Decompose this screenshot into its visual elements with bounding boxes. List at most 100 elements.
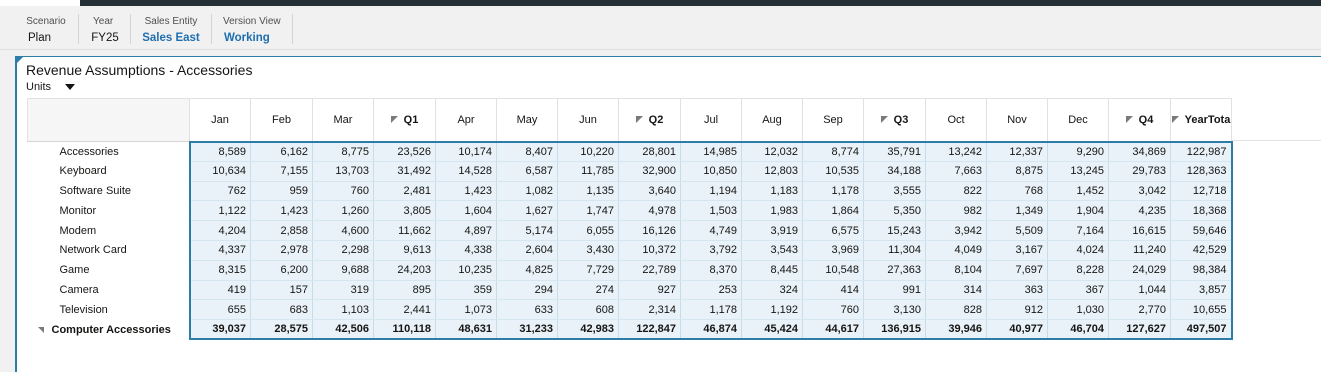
row-header[interactable]: Game [27,260,191,281]
grid-cell[interactable]: 31,233 [496,319,558,341]
grid-cell[interactable]: 4,897 [435,220,497,241]
grid-cell[interactable]: 3,942 [925,220,987,241]
grid-cell[interactable]: 3,555 [863,181,926,202]
grid-cell[interactable]: 42,529 [1170,240,1233,261]
grid-cell[interactable]: 633 [496,299,558,321]
column-header[interactable]: Apr [435,98,497,142]
column-header[interactable]: Jun [557,98,619,142]
grid-cell[interactable]: 4,978 [618,200,681,222]
grid-cell[interactable]: 40,977 [986,319,1048,341]
grid-cell[interactable]: 419 [189,280,251,301]
grid-cell[interactable]: 3,042 [1108,181,1171,202]
grid-cell[interactable]: 44,617 [802,319,864,341]
grid-cell[interactable]: 110,118 [373,319,436,341]
grid-cell[interactable]: 1,030 [1047,299,1109,321]
column-header[interactable]: Jul [680,98,742,142]
grid-cell[interactable]: 1,864 [802,200,864,222]
column-header[interactable]: Q3 [863,98,926,142]
grid-cell[interactable]: 274 [557,280,619,301]
grid-cell[interactable]: 363 [986,280,1048,301]
grid-cell[interactable]: 35,791 [863,140,926,162]
grid-cell[interactable]: 48,631 [435,319,497,341]
grid-cell[interactable]: 3,919 [741,220,803,241]
grid-cell[interactable]: 4,337 [189,240,251,261]
pov-sales-entity-value[interactable]: Sales East [142,32,200,44]
grid-cell[interactable]: 822 [925,181,987,202]
collapse-icon[interactable] [390,116,398,124]
grid-cell[interactable]: 14,528 [435,161,497,182]
grid-cell[interactable]: 4,235 [1108,200,1171,222]
grid-cell[interactable]: 8,315 [189,260,251,281]
grid-cell[interactable]: 608 [557,299,619,321]
grid-cell[interactable]: 18,368 [1170,200,1233,222]
grid-cell[interactable]: 24,029 [1108,260,1171,281]
grid-cell[interactable]: 29,783 [1108,161,1171,182]
grid-cell[interactable]: 314 [925,280,987,301]
grid-cell[interactable]: 9,613 [373,240,436,261]
grid-cell[interactable]: 6,200 [250,260,313,281]
grid-cell[interactable]: 4,338 [435,240,497,261]
grid-cell[interactable]: 12,803 [741,161,803,182]
grid-cell[interactable]: 3,969 [802,240,864,261]
grid-cell[interactable]: 7,663 [925,161,987,182]
row-header[interactable]: Network Card [27,240,191,261]
grid-cell[interactable]: 8,370 [680,260,742,281]
row-header[interactable]: Monitor [27,200,191,221]
grid-cell[interactable]: 7,164 [1047,220,1109,241]
grid-cell[interactable]: 1,073 [435,299,497,321]
grid-cell[interactable]: 359 [435,280,497,301]
grid-cell[interactable]: 8,875 [986,161,1048,182]
grid-cell[interactable]: 8,445 [741,260,803,281]
grid-cell[interactable]: 157 [250,280,313,301]
grid-cell[interactable]: 991 [863,280,926,301]
grid-cell[interactable]: 2,604 [496,240,558,261]
grid-cell[interactable]: 10,235 [435,260,497,281]
column-header[interactable]: Q2 [618,98,681,142]
pov-year-value[interactable]: FY25 [90,32,120,44]
grid-cell[interactable]: 4,049 [925,240,987,261]
grid-cell[interactable]: 1,183 [741,181,803,202]
column-header[interactable]: Oct [925,98,987,142]
grid-cell[interactable]: 136,915 [863,319,926,341]
pov-year[interactable]: Year FY25 [90,6,120,50]
grid-cell[interactable]: 10,850 [680,161,742,182]
grid-cell[interactable]: 1,178 [680,299,742,321]
grid-cell[interactable]: 10,655 [1170,299,1233,321]
grid-cell[interactable]: 3,857 [1170,280,1233,301]
column-header[interactable]: Mar [312,98,374,142]
grid-cell[interactable]: 10,174 [435,140,497,162]
grid-cell[interactable]: 927 [618,280,681,301]
grid-cell[interactable]: 1,452 [1047,181,1109,202]
grid-cell[interactable]: 1,747 [557,200,619,222]
grid-cell[interactable]: 10,535 [802,161,864,182]
grid-cell[interactable]: 23,526 [373,140,436,162]
grid-cell[interactable]: 2,978 [250,240,313,261]
grid-cell[interactable]: 46,704 [1047,319,1109,341]
grid-cell[interactable]: 9,290 [1047,140,1109,162]
grid-cell[interactable]: 10,548 [802,260,864,281]
grid-cell[interactable]: 4,204 [189,220,251,241]
grid-cell[interactable]: 8,228 [1047,260,1109,281]
grid-cell[interactable]: 6,587 [496,161,558,182]
grid-cell[interactable]: 12,337 [986,140,1048,162]
grid-cell[interactable]: 1,349 [986,200,1048,222]
column-header[interactable]: Feb [250,98,313,142]
grid-cell[interactable]: 28,575 [250,319,313,341]
grid-cell[interactable]: 1,423 [250,200,313,222]
grid-cell[interactable]: 7,155 [250,161,313,182]
grid-cell[interactable]: 6,055 [557,220,619,241]
grid-cell[interactable]: 27,363 [863,260,926,281]
column-header[interactable]: Q4 [1108,98,1171,142]
grid-cell[interactable]: 24,203 [373,260,436,281]
grid-cell[interactable]: 4,600 [312,220,374,241]
chevron-down-icon[interactable] [65,84,76,91]
grid-cell[interactable]: 367 [1047,280,1109,301]
grid-cell[interactable]: 683 [250,299,313,321]
units-dropdown[interactable]: Units [26,81,76,93]
grid-cell[interactable]: 39,037 [189,319,251,341]
grid-cell[interactable]: 3,430 [557,240,619,261]
grid-cell[interactable]: 39,946 [925,319,987,341]
row-header[interactable]: Modem [27,220,191,241]
grid-cell[interactable]: 1,503 [680,200,742,222]
grid-cell[interactable]: 828 [925,299,987,321]
